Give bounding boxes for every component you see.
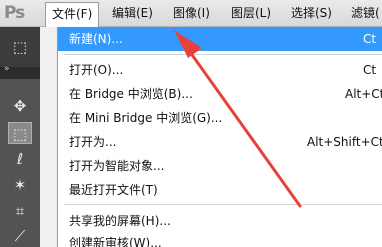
menu-item-label: 最近打开文件(T) — [69, 183, 158, 197]
menu-item-label: 新建(N)... — [69, 32, 123, 46]
photoshop-logo: Ps — [4, 3, 25, 23]
menu-item-shortcut: Alt+Ct — [345, 87, 382, 101]
crop-icon[interactable]: ⌗ — [8, 200, 32, 222]
lasso-icon[interactable]: ℓ — [8, 148, 32, 170]
menu-filter[interactable]: 滤镜( — [345, 2, 382, 25]
menu-item-open-as[interactable]: 打开为... Alt+Shift+Ct — [58, 130, 382, 154]
marquee-icon[interactable]: ⬚ — [8, 122, 32, 144]
move-icon[interactable]: ✥ — [8, 95, 32, 117]
menu-item-browse-mini-bridge[interactable]: 在 Mini Bridge 中浏览(G)... — [58, 106, 382, 130]
menu-item-label: 在 Bridge 中浏览(B)... — [69, 87, 193, 101]
menu-item-shortcut: Ct — [363, 32, 377, 46]
menu-item-shortcut: Alt+Shift+Ct — [307, 135, 382, 149]
menu-divider — [64, 204, 382, 205]
menu-select[interactable]: 选择(S) — [285, 2, 338, 25]
menu-item-label: 打开为智能对象... — [69, 159, 165, 173]
collapse-icon[interactable]: » — [4, 64, 10, 74]
menu-item-open-smart-object[interactable]: 打开为智能对象... — [58, 154, 382, 178]
menu-item-recent-files[interactable]: 最近打开文件(T) — [58, 178, 382, 202]
menu-item-open[interactable]: 打开(O)... Ct — [58, 58, 382, 82]
menu-image[interactable]: 图像(I) — [167, 2, 216, 25]
menu-item-new[interactable]: 新建(N)... Ct — [58, 27, 382, 51]
menu-item-create-review[interactable]: 创建新审核(W)... — [58, 231, 382, 247]
file-menu-dropdown: 新建(N)... Ct 打开(O)... Ct 在 Bridge 中浏览(B).… — [57, 27, 382, 247]
menu-item-label: 创建新审核(W)... — [69, 236, 162, 247]
eyedropper-icon[interactable]: ⟋ — [8, 225, 32, 247]
menu-divider — [64, 54, 382, 55]
menu-file[interactable]: 文件(F) — [45, 2, 100, 27]
menu-bar: Ps 文件(F) 编辑(E) 图像(I) 图层(L) 选择(S) 滤镜( — [0, 0, 382, 27]
tool-options-area: ⬚ — [0, 27, 40, 67]
rectangular-marquee-icon[interactable]: ⬚ — [8, 36, 32, 58]
menu-item-label: 在 Mini Bridge 中浏览(G)... — [69, 111, 223, 125]
menu-item-browse-bridge[interactable]: 在 Bridge 中浏览(B)... Alt+Ct — [58, 82, 382, 106]
magic-wand-icon[interactable]: ✶ — [8, 174, 32, 196]
menu-item-share-screen[interactable]: 共享我的屏幕(H)... — [58, 209, 382, 233]
menu-item-label: 打开(O)... — [69, 63, 124, 77]
menu-edit[interactable]: 编辑(E) — [106, 2, 159, 25]
menu-layer[interactable]: 图层(L) — [225, 2, 277, 25]
tools-panel-header: » — [0, 64, 40, 79]
menu-item-shortcut: Ct — [363, 63, 377, 77]
menu-item-label: 共享我的屏幕(H)... — [69, 214, 171, 228]
menu-item-label: 打开为... — [69, 135, 117, 149]
